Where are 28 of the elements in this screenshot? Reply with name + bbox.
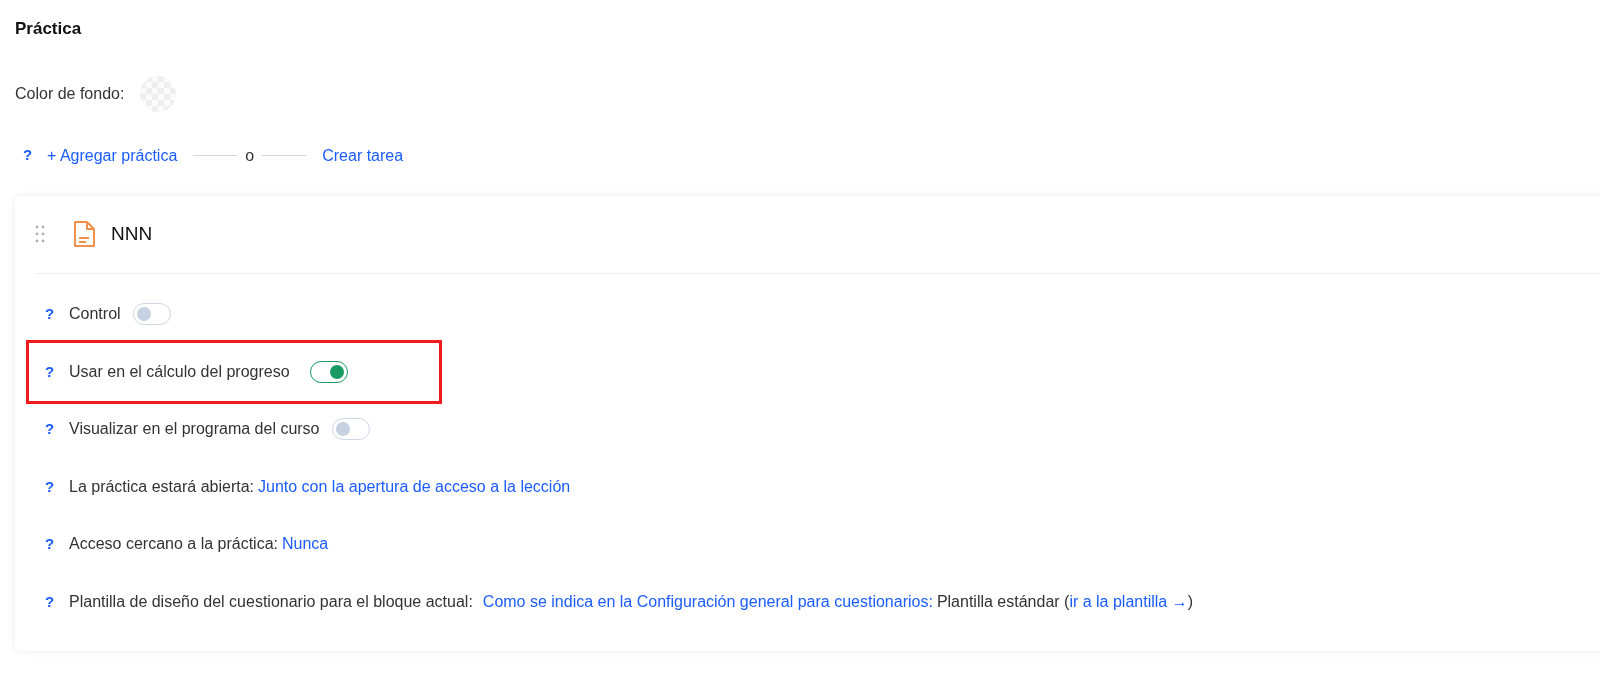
help-link[interactable]: ? bbox=[45, 360, 69, 383]
setting-label: La práctica estará abierta: bbox=[69, 476, 254, 497]
document-icon bbox=[73, 220, 95, 248]
section-title: Práctica bbox=[15, 18, 83, 40]
add-practice-link[interactable]: + Agregar práctica bbox=[47, 143, 178, 168]
value-link[interactable]: Como se indica en la Configuración general para cuestionarios: bbox=[482, 589, 933, 614]
value-link[interactable]: Junto con la apertura de acceso a la lección bbox=[258, 474, 571, 499]
setting-label: Visualizar en el programa del curso bbox=[69, 419, 320, 440]
setting-label: Plantilla de diseño del cuestionario para el bloque actual: bbox=[69, 591, 473, 612]
field-label: Color de fondo: bbox=[15, 83, 125, 104]
help-link[interactable]: ? bbox=[45, 303, 69, 326]
help-link[interactable]: ? bbox=[23, 144, 47, 167]
drag-handle-icon[interactable] bbox=[35, 225, 45, 243]
help-link[interactable]: ? bbox=[45, 418, 69, 441]
setting-label: Usar en el cálculo del progreso bbox=[69, 361, 290, 382]
separator-text: o bbox=[245, 145, 255, 166]
create-task-link[interactable]: Crear tarea bbox=[322, 143, 404, 168]
help-link[interactable]: ? bbox=[45, 590, 69, 613]
help-link[interactable]: ? bbox=[45, 533, 69, 556]
value-text: Plantilla estándar ( bbox=[936, 591, 1070, 612]
help-link[interactable]: ? bbox=[45, 475, 69, 498]
value-link[interactable]: ir a la plantilla → bbox=[1069, 589, 1188, 614]
block-title: NNN bbox=[111, 221, 153, 246]
value-link[interactable]: Nunca bbox=[282, 532, 329, 557]
setting-label: Acceso cercano a la práctica: bbox=[69, 534, 278, 555]
toggle-switch[interactable] bbox=[309, 360, 348, 383]
setting-label: Control bbox=[69, 304, 121, 325]
value-text: ) bbox=[1187, 591, 1193, 612]
